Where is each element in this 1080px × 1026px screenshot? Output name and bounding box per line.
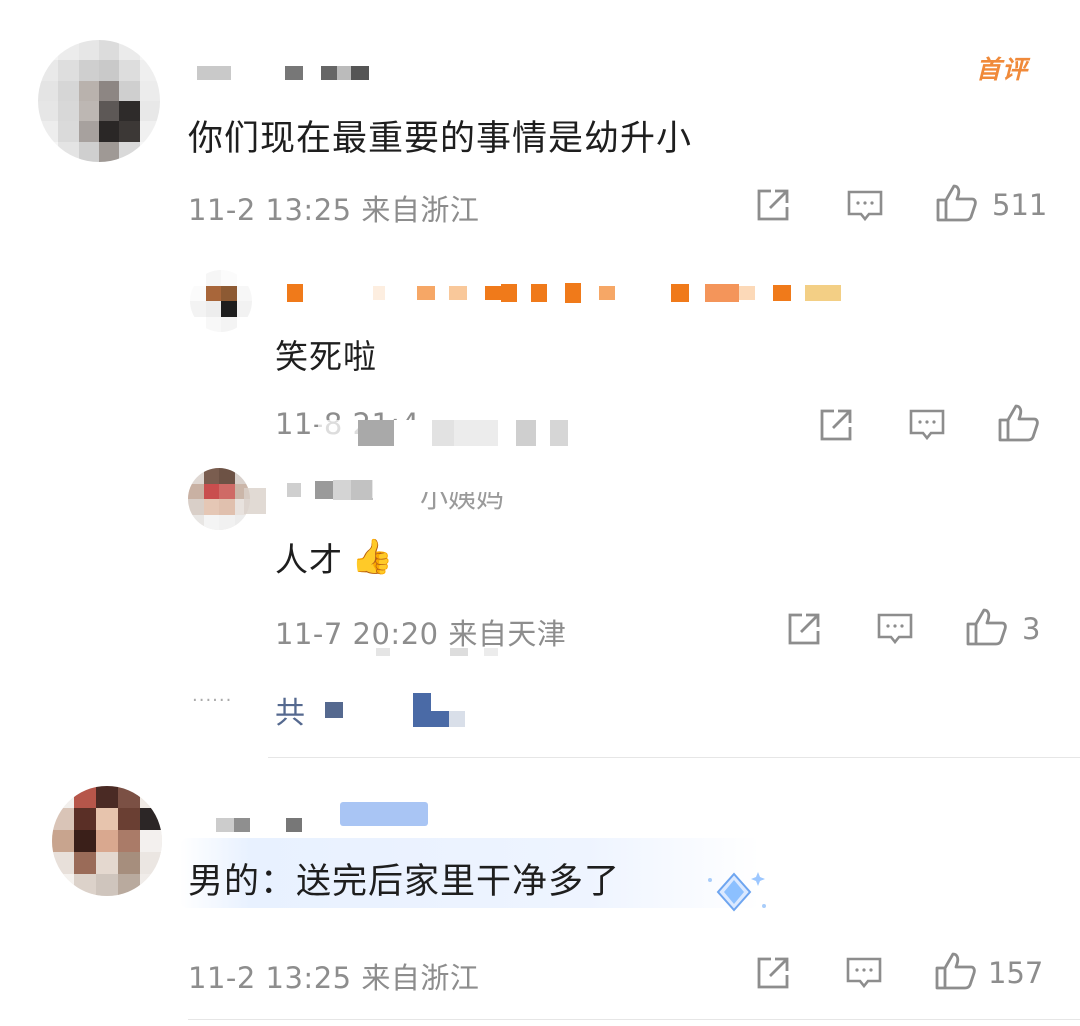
- avatar-blur-edge: [244, 488, 266, 514]
- bottom-divider: [188, 1019, 1080, 1020]
- more-replies-dots: ······: [192, 690, 233, 711]
- meta-blur: [318, 420, 578, 446]
- reply-text-content: 人才: [275, 540, 343, 579]
- username-partial[interactable]: 小姨妈: [420, 492, 504, 516]
- like-count: 157: [988, 956, 1044, 990]
- avatar[interactable]: [38, 40, 160, 162]
- avatar[interactable]: [188, 468, 250, 530]
- comment-icon[interactable]: [908, 408, 946, 442]
- comment-text: 你们现在最重要的事情是幼升小: [188, 119, 693, 159]
- share-icon[interactable]: [786, 611, 822, 647]
- username-blurred[interactable]: [216, 818, 302, 832]
- like-icon[interactable]: [998, 404, 1040, 442]
- section-divider: [268, 757, 1080, 758]
- comment-meta: 11-2 13:25 来自浙江: [188, 193, 480, 227]
- more-replies-blur: [376, 648, 498, 656]
- comment-text: 男的：送完后家里干净多了: [188, 862, 621, 902]
- avatar[interactable]: [52, 786, 162, 896]
- comment-meta: 11-2 13:25 来自浙江: [188, 961, 480, 995]
- username-blurred[interactable]: [287, 480, 373, 500]
- like-icon[interactable]: [966, 608, 1008, 646]
- comment-icon[interactable]: [846, 189, 884, 223]
- member-badge: [340, 802, 428, 826]
- thumbs-up-emoji: 👍: [351, 537, 395, 577]
- like-icon[interactable]: [935, 952, 977, 990]
- more-replies-label: 共: [275, 696, 305, 731]
- share-icon[interactable]: [818, 407, 854, 443]
- reply-text: 笑死啦: [275, 337, 377, 376]
- comment-icon[interactable]: [876, 612, 914, 646]
- reply-text: 人才 👍: [275, 533, 394, 581]
- comment-icon[interactable]: [845, 956, 883, 990]
- reply-meta: 11-7 20:20 来自天津: [275, 617, 567, 651]
- like-count: 511: [992, 188, 1048, 222]
- username-blur-tail: [372, 478, 418, 498]
- username-blurred[interactable]: [197, 66, 369, 80]
- username-blurred[interactable]: [287, 283, 841, 303]
- share-icon[interactable]: [755, 955, 791, 991]
- diamond-sparkle-icon: [700, 866, 770, 920]
- avatar[interactable]: [190, 270, 252, 332]
- share-icon[interactable]: [755, 187, 791, 223]
- like-count: 3: [1022, 612, 1041, 646]
- first-comment-badge: 首评: [976, 55, 1029, 84]
- like-icon[interactable]: [936, 184, 978, 222]
- more-replies-link[interactable]: 共: [275, 688, 465, 732]
